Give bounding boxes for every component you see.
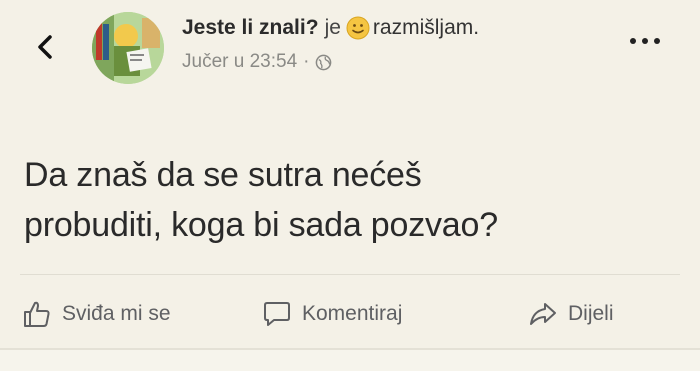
comment-label: Komentiraj [302, 302, 403, 325]
like-button[interactable]: Sviđa mi se [22, 292, 171, 336]
globe-icon [316, 54, 332, 70]
share-arrow-icon [530, 303, 556, 325]
meta-separator: · [303, 51, 310, 72]
feeling-prefix: je [324, 16, 341, 39]
more-options-icon [630, 38, 636, 44]
comment-bubble-icon [264, 302, 290, 326]
actions-divider [20, 274, 680, 275]
post-meta: Jučer u 23:54 · [182, 51, 332, 73]
share-button[interactable]: Dijeli [528, 292, 614, 336]
page-name-link[interactable]: Jeste li znali? [182, 16, 319, 40]
chevron-left-icon [38, 35, 52, 59]
post-text-line: Da znaš da se sutra nećeš [24, 156, 422, 194]
thumbs-up-icon [24, 301, 50, 327]
back-button[interactable] [30, 32, 60, 62]
more-options-button[interactable] [630, 38, 660, 44]
post-author-line: Jeste li znali? je razmišljam. [182, 16, 479, 40]
feeling-label: razmišljam. [372, 16, 480, 39]
post-text-line: probuditi, koga bi sada pozvao? [24, 206, 498, 244]
like-label: Sviđa mi se [62, 302, 171, 325]
page-avatar[interactable] [92, 12, 164, 84]
avatar-illustration [92, 12, 164, 84]
share-label: Dijeli [568, 302, 614, 325]
post-actions-bar: Sviđa mi se Komentiraj Dijeli [0, 292, 700, 336]
post-header: Jeste li znali? je razmišljam. Jučer u 2… [0, 0, 700, 90]
feed-gap [0, 350, 700, 371]
comment-button[interactable]: Komentiraj [262, 292, 402, 336]
post-body: Da znaš da se sutra nećeš probuditi, kog… [24, 150, 664, 250]
smiley-emoji-icon [346, 16, 370, 40]
post-timestamp[interactable]: Jučer u 23:54 [182, 51, 297, 73]
